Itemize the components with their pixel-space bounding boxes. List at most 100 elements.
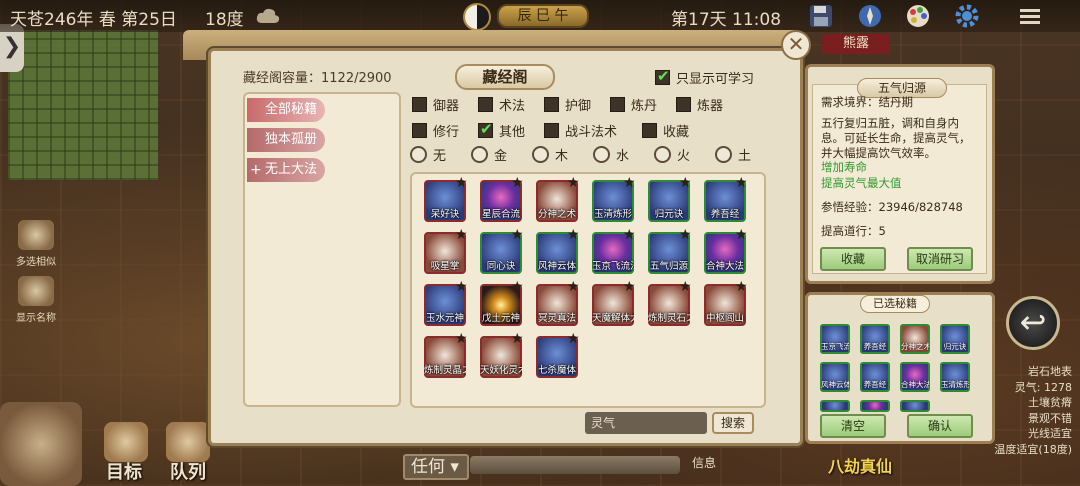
filter-shufa[interactable]: 术法 (478, 95, 525, 114)
technique-item[interactable]: ★ 归元诀 (648, 176, 692, 222)
filter-checkbox[interactable] (642, 123, 657, 138)
technique-item[interactable]: ★ 星辰合流 (480, 176, 524, 222)
filter-checkbox[interactable] (676, 97, 691, 112)
clear-button[interactable]: 清空 (820, 414, 886, 438)
back-button[interactable]: ↩ (1006, 296, 1060, 350)
filter-checkbox[interactable] (544, 123, 559, 138)
selected-item[interactable] (900, 400, 930, 412)
gourd-icon[interactable] (0, 402, 82, 486)
filter-xiuxing[interactable]: 修行 (412, 121, 459, 140)
element-water[interactable]: 水 (593, 145, 629, 164)
technique-label: 七杀魔体 (537, 365, 576, 376)
category-unique[interactable]: 独本孤册 (247, 128, 325, 152)
filter-zhandou[interactable]: 战斗法术 (544, 121, 617, 140)
selected-item[interactable]: 玉清炼形 (940, 362, 970, 392)
palette-icon[interactable] (903, 2, 933, 30)
save-icon[interactable] (806, 2, 836, 30)
selected-item[interactable]: 养吾经 (860, 324, 890, 354)
technique-item[interactable]: ★ 天妖化灵术 (480, 332, 524, 378)
xionglu-tag[interactable]: 熊露 (822, 34, 890, 54)
category-supreme[interactable]: + 无上大法 (247, 158, 325, 182)
technique-item[interactable]: ★ 五气归源 (648, 228, 692, 274)
learnable-checkbox[interactable] (655, 67, 670, 85)
technique-item[interactable]: ★ 炼制灵晶之术 (424, 332, 468, 378)
selected-item-label: 归元诀 (943, 342, 967, 351)
element-none[interactable]: 无 (410, 145, 446, 164)
technique-item[interactable]: ★ 玉水元神 (424, 280, 468, 326)
technique-item[interactable]: ★ 冥灵真法 (536, 280, 580, 326)
info-label[interactable]: 信息 (692, 454, 716, 471)
filter-checkbox[interactable] (478, 120, 493, 138)
detail-effect: 增加寿命 (821, 160, 867, 174)
technique-item[interactable]: ★ 炼制灵石之术 (648, 280, 692, 326)
technique-item[interactable]: ★ 玉清炼形 (592, 176, 636, 222)
selected-item[interactable]: 合神大法 (900, 362, 930, 392)
menu-icon[interactable] (1015, 2, 1045, 30)
technique-item[interactable]: ★ 分神之术 (536, 176, 580, 222)
filter-checkbox[interactable] (610, 97, 625, 112)
filter-checkbox[interactable] (478, 97, 493, 112)
selected-item[interactable]: 分神之术 (900, 324, 930, 354)
search-button[interactable]: 搜索 (712, 412, 754, 434)
element-radio[interactable] (532, 146, 549, 163)
element-radio[interactable] (715, 146, 732, 163)
technique-item[interactable]: ★ 天魔解体大法 (592, 280, 636, 326)
filter-yuqi[interactable]: 御器 (412, 95, 459, 114)
element-metal[interactable]: 金 (471, 145, 507, 164)
day-time: 第17天 11:08 (671, 10, 782, 30)
element-radio[interactable] (654, 146, 671, 163)
cancel-study-button[interactable]: 取消研习 (907, 247, 973, 271)
multi-select-tool[interactable]: 多选相似 (8, 220, 64, 268)
technique-item[interactable]: ★ 风神云体 (536, 228, 580, 274)
selected-item[interactable] (820, 400, 850, 412)
technique-item[interactable]: ★ 呆好诀 (424, 176, 468, 222)
detail-description: 五行复归五脏，调和自身内息。可延长生命，提高灵气，并大幅提高饮气效率。 (821, 116, 971, 160)
technique-item[interactable]: ★ 合神大法 (704, 228, 748, 274)
minimap[interactable] (8, 30, 158, 180)
element-earth[interactable]: 土 (715, 145, 751, 164)
target-button[interactable]: 目标 (106, 458, 142, 484)
technique-item[interactable]: ★ 七杀魔体 (536, 332, 580, 378)
technique-item[interactable]: ★ 养吾经 (704, 176, 748, 222)
filter-shoucang[interactable]: 收藏 (642, 121, 689, 140)
selected-item[interactable] (860, 400, 890, 412)
filter-liandan[interactable]: 炼丹 (610, 95, 657, 114)
star-icon: ★ (455, 279, 468, 295)
filter-checkbox[interactable] (412, 97, 427, 112)
technique-item[interactable]: ★ 中枢阎山 (704, 280, 748, 326)
confirm-button[interactable]: 确认 (907, 414, 973, 438)
filter-checkbox[interactable] (544, 97, 559, 112)
collect-button[interactable]: 收藏 (820, 247, 886, 271)
queue-button[interactable]: 队列 (170, 458, 206, 484)
selected-item[interactable]: 玉京飞流法 (820, 324, 850, 354)
element-radio[interactable] (471, 146, 488, 163)
task-dropdown[interactable]: 任何 ▾ (403, 454, 469, 480)
gear-icon[interactable] (952, 2, 982, 30)
element-wood[interactable]: 木 (532, 145, 568, 164)
selected-item[interactable]: 风神云体 (820, 362, 850, 392)
show-names-tool[interactable]: 显示名称 (8, 276, 64, 324)
technique-label: 合神大法 (705, 261, 744, 272)
terrain-line: 光线适宜 (1028, 427, 1072, 440)
compass-icon[interactable] (855, 2, 885, 30)
technique-item[interactable]: ★ 吸星掌 (424, 228, 468, 274)
element-radio[interactable] (593, 146, 610, 163)
taiji-icon[interactable] (463, 3, 491, 31)
selected-item[interactable]: 归元诀 (940, 324, 970, 354)
close-button[interactable]: ✕ (781, 30, 811, 60)
search-input[interactable]: 灵气 (585, 412, 707, 434)
category-all[interactable]: 全部秘籍 (247, 98, 325, 122)
filter-qita[interactable]: 其他 (478, 120, 525, 140)
filter-checkbox[interactable] (412, 123, 427, 138)
element-radio[interactable] (410, 146, 427, 163)
learnable-only-toggle[interactable]: 只显示可学习 (655, 67, 754, 87)
technique-item[interactable]: ★ 同心诀 (480, 228, 524, 274)
technique-item[interactable]: ★ 玉京飞流法 (592, 228, 636, 274)
selected-item[interactable]: 养吾经 (860, 362, 890, 392)
filter-lianqi[interactable]: 炼器 (676, 95, 723, 114)
technique-item[interactable]: ★ 戊土元神 (480, 280, 524, 326)
element-fire[interactable]: 火 (654, 145, 690, 164)
temperature: 18度 (205, 10, 244, 30)
filter-huyu[interactable]: 护御 (544, 95, 591, 114)
technique-label: 天妖化灵术 (480, 365, 522, 376)
